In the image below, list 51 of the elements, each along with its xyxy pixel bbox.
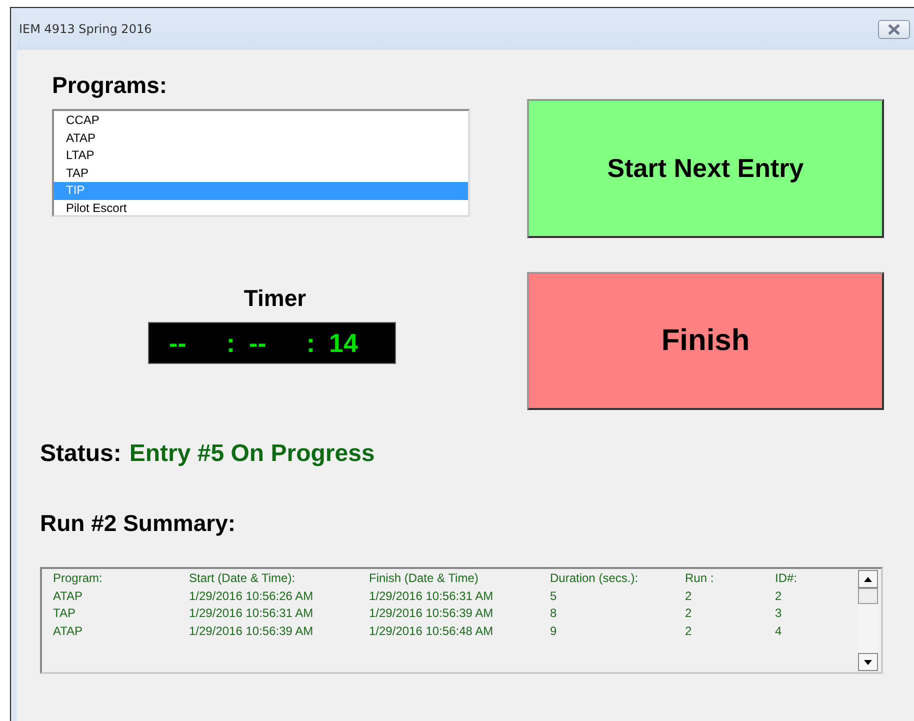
scrollbar[interactable] bbox=[858, 570, 878, 671]
summary-heading: Run #2 Summary: bbox=[40, 510, 237, 537]
table-cell-text: 1/29/2016 10:56:39 AM bbox=[369, 605, 494, 622]
table-cell-text: 2 bbox=[685, 588, 693, 605]
timer-separator: : bbox=[306, 328, 315, 358]
finish-button[interactable]: Finish bbox=[527, 272, 884, 410]
table-cell-text: 2 bbox=[685, 622, 693, 640]
down-arrow-icon bbox=[864, 660, 872, 664]
list-item[interactable]: Pilot Escort bbox=[54, 200, 468, 218]
table-cell-text: 8 bbox=[550, 605, 558, 622]
table-cell-text: 3 bbox=[775, 605, 783, 622]
table-cell-text: 1/29/2016 10:56:31 AM bbox=[369, 588, 494, 605]
table-cell-text: ATAP bbox=[53, 622, 84, 640]
table-cell-text: 1/29/2016 10:56:26 AM bbox=[189, 588, 314, 605]
column-header: Finish (Date & Time) bbox=[369, 570, 480, 587]
table-cell-text: 5 bbox=[550, 588, 558, 605]
status-value: Entry #5 On Progress bbox=[129, 440, 375, 468]
timer-separator: : bbox=[226, 328, 235, 358]
timer-digits: -- bbox=[169, 328, 186, 358]
close-icon bbox=[887, 24, 901, 34]
scroll-down-button[interactable] bbox=[858, 653, 878, 671]
table-cell-text: 1/29/2016 10:56:31 AM bbox=[189, 605, 314, 622]
column-header: Duration (secs.): bbox=[550, 570, 640, 587]
list-item[interactable]: TAP bbox=[54, 164, 468, 182]
table-cell-text: 1/29/2016 10:56:48 AM bbox=[369, 622, 494, 640]
column-header: Run : bbox=[685, 570, 715, 587]
column-header: Start (Date & Time): bbox=[189, 570, 296, 587]
column-header: Program: bbox=[53, 570, 104, 587]
table-cell-text: 2 bbox=[685, 605, 693, 622]
table-cell-text: TAP bbox=[53, 605, 76, 622]
timer-digits: -- bbox=[249, 328, 266, 358]
column-header: ID#: bbox=[775, 570, 798, 587]
timer-label: Timer bbox=[242, 285, 308, 312]
programs-list[interactable]: CCAP ATAP LTAP TAP TIP Pilot Escort bbox=[52, 109, 470, 217]
scroll-up-button[interactable] bbox=[858, 570, 878, 588]
up-arrow-icon bbox=[864, 576, 872, 582]
table-cell-text: 2 bbox=[775, 588, 783, 605]
table-cell-text: 9 bbox=[550, 622, 558, 640]
table-cell-text: ATAP bbox=[53, 588, 84, 605]
list-item[interactable]: ATAP bbox=[54, 130, 468, 148]
scroll-thumb[interactable] bbox=[858, 588, 878, 604]
table-cell-text: 4 bbox=[775, 622, 783, 640]
timer-digits: 14 bbox=[329, 328, 358, 358]
list-item[interactable]: CCAP bbox=[54, 112, 468, 130]
list-item[interactable]: LTAP bbox=[54, 147, 468, 165]
close-button[interactable] bbox=[878, 20, 910, 38]
programs-heading: Programs: bbox=[52, 72, 168, 99]
status-label: Status: bbox=[40, 440, 122, 468]
table-cell-text: 1/29/2016 10:56:39 AM bbox=[189, 622, 314, 640]
start-button[interactable]: Start Next Entry bbox=[527, 99, 884, 238]
window-title: IEM 4913 Spring 2016 bbox=[19, 22, 152, 36]
